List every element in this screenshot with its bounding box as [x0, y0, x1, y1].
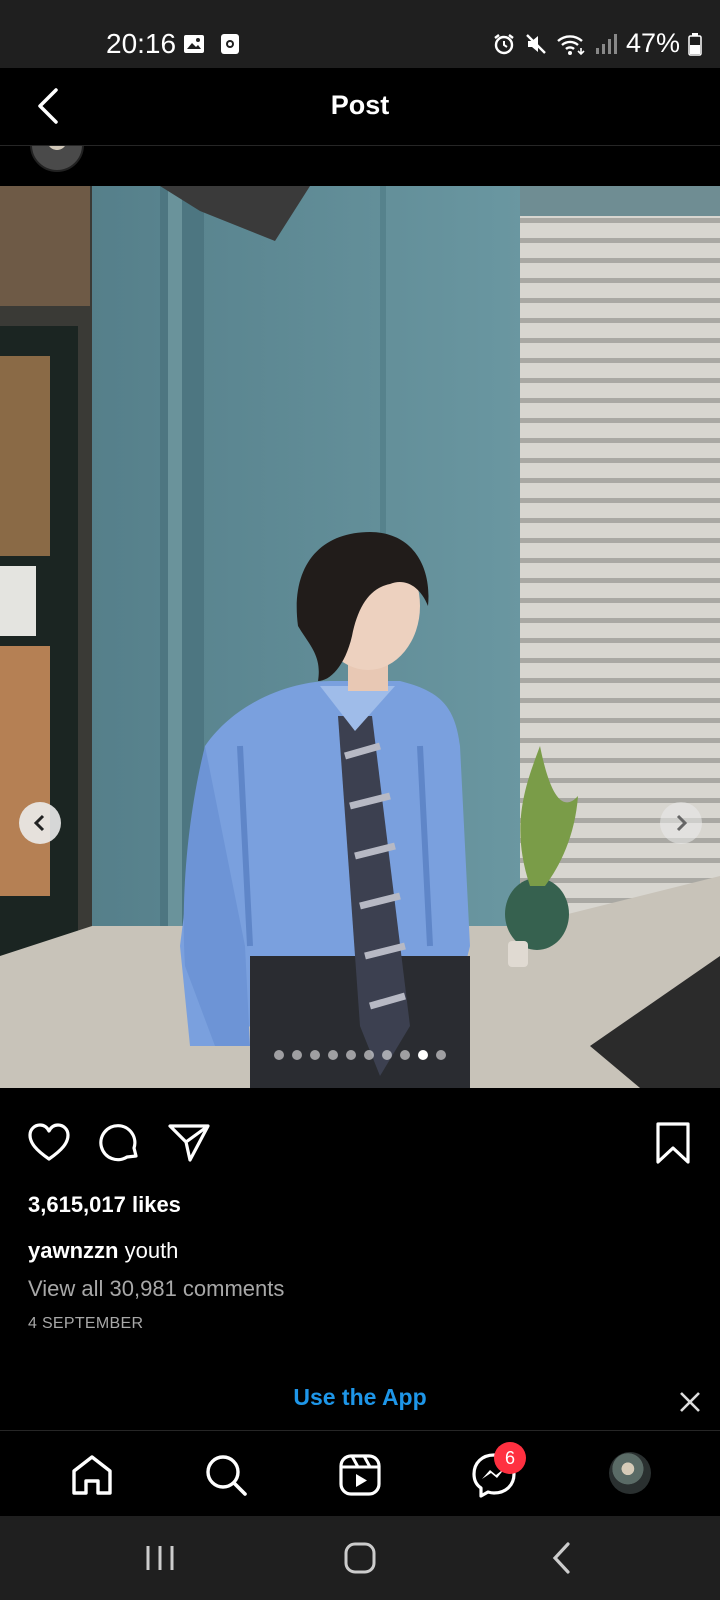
system-back-icon[interactable]	[543, 1538, 583, 1578]
view-comments-link[interactable]: View all 30,981 comments	[28, 1276, 284, 1302]
post-author-strip	[0, 146, 720, 186]
messenger-badge: 6	[494, 1442, 526, 1474]
close-icon[interactable]	[678, 1390, 702, 1414]
battery-icon	[688, 32, 702, 56]
battery-percentage: 47%	[625, 28, 680, 58]
carousel-dot	[328, 1050, 338, 1060]
post-caption: yawnzzn youth	[28, 1238, 178, 1264]
carousel-dot	[382, 1050, 392, 1060]
use-the-app-link[interactable]: Use the App	[0, 1384, 720, 1411]
carousel-dot	[400, 1050, 410, 1060]
share-send-icon[interactable]	[166, 1120, 212, 1166]
chevron-left-icon	[33, 814, 45, 832]
likes-count[interactable]: 3,615,017 likes	[28, 1192, 181, 1218]
carousel-next-button[interactable]	[660, 802, 702, 844]
system-navigation-bar	[0, 1516, 720, 1600]
header: Post	[0, 68, 720, 146]
post-date: 4 SEPTEMBER	[28, 1315, 144, 1332]
carousel-indicator	[0, 1050, 720, 1060]
reels-icon[interactable]	[336, 1451, 384, 1499]
status-bar: 20:16 47%	[0, 0, 720, 68]
gallery-icon	[184, 35, 204, 53]
recent-apps-icon[interactable]	[140, 1538, 180, 1578]
carousel-dot	[436, 1050, 446, 1060]
bookmark-icon[interactable]	[650, 1120, 696, 1166]
post-actions	[0, 1120, 720, 1170]
carousel-dot	[364, 1050, 374, 1060]
carousel-dot	[418, 1050, 428, 1060]
carousel-dot	[274, 1050, 284, 1060]
mute-icon	[526, 33, 546, 54]
caption-username[interactable]: yawnzzn	[28, 1238, 118, 1263]
carousel-prev-button[interactable]	[19, 802, 61, 844]
signal-icon	[595, 33, 617, 54]
post-photo[interactable]	[0, 186, 720, 1088]
carousel-dot	[346, 1050, 356, 1060]
profile-avatar[interactable]	[609, 1452, 651, 1494]
comment-icon[interactable]	[96, 1120, 142, 1166]
home-button-icon[interactable]	[340, 1538, 380, 1578]
search-icon[interactable]	[202, 1451, 250, 1499]
screenshot-icon	[221, 34, 239, 54]
status-time: 20:16	[106, 28, 177, 59]
post-image	[0, 186, 720, 1088]
home-icon[interactable]	[68, 1451, 116, 1499]
chevron-right-icon	[676, 814, 688, 832]
page-title: Post	[330, 90, 390, 120]
caption-text: youth	[124, 1238, 179, 1263]
like-heart-icon[interactable]	[26, 1120, 72, 1166]
wifi-icon	[557, 34, 585, 55]
author-avatar[interactable]	[30, 146, 84, 172]
alarm-icon	[494, 33, 514, 54]
carousel-dot	[292, 1050, 302, 1060]
carousel-dot	[310, 1050, 320, 1060]
